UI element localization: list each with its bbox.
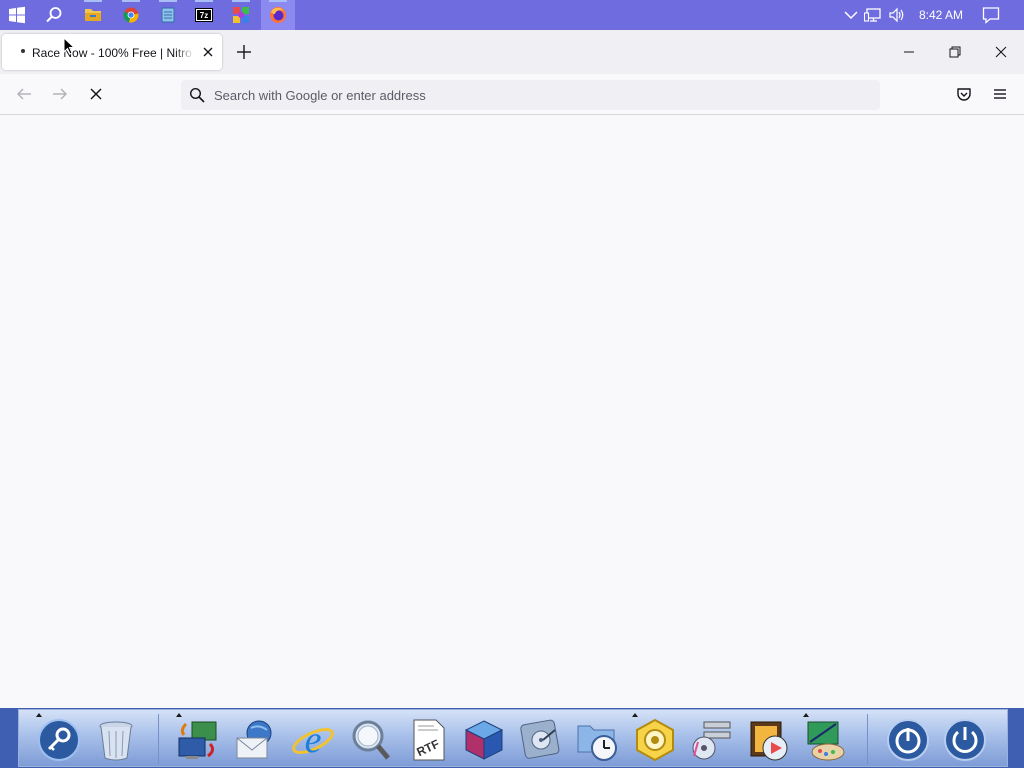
restart-icon — [887, 719, 929, 761]
cube-app-icon — [464, 720, 504, 760]
firefox-icon — [270, 7, 286, 23]
rtf-document-icon: RTF — [413, 719, 445, 761]
pocket-button[interactable] — [952, 82, 976, 106]
taskbar-notepad[interactable] — [151, 0, 185, 30]
minimize-button[interactable] — [886, 30, 932, 74]
navigation-toolbar — [0, 74, 1024, 115]
chrome-icon — [123, 7, 139, 23]
restore-button[interactable] — [932, 30, 978, 74]
dock-paint[interactable] — [803, 717, 849, 763]
system-tray — [840, 0, 910, 30]
running-indicator — [159, 0, 177, 2]
page-content-area[interactable] — [0, 115, 1024, 708]
clock-folder-icon — [577, 725, 617, 761]
address-input[interactable] — [214, 86, 854, 104]
stop-loading-button[interactable] — [84, 82, 108, 106]
power-icon — [944, 719, 986, 761]
running-indicator — [84, 0, 102, 2]
taskbar-chrome[interactable] — [114, 0, 148, 30]
dock-separator — [867, 714, 868, 764]
dock-network-transfer[interactable] — [175, 717, 221, 763]
trash-icon — [99, 721, 133, 761]
key-access-icon — [38, 719, 80, 761]
music-player-icon — [692, 721, 731, 760]
dock-mail[interactable] — [232, 717, 278, 763]
browser-tab[interactable]: Race Now - 100% Free | Nitro Type — [2, 34, 222, 70]
window-close-button[interactable] — [978, 30, 1024, 74]
dock-restart[interactable] — [885, 717, 931, 763]
network-transfer-icon — [178, 721, 217, 759]
close-icon[interactable] — [200, 44, 216, 60]
file-explorer-icon — [85, 9, 101, 21]
running-indicator — [195, 0, 213, 2]
video-player-icon — [750, 721, 788, 761]
hamburger-menu-icon — [994, 89, 1006, 99]
back-button[interactable] — [12, 82, 36, 106]
dock-rtf-document[interactable]: RTF — [404, 717, 450, 763]
running-indicator — [269, 0, 287, 2]
forward-button[interactable] — [48, 82, 72, 106]
running-indicator — [232, 0, 250, 2]
arrow-right-icon — [53, 88, 67, 100]
dock-shelf: e RTF — [18, 709, 1008, 767]
svg-text:7z: 7z — [200, 11, 208, 20]
magnifier-icon — [352, 720, 390, 760]
taskbar: 7z 8:42 AM — [0, 0, 1024, 30]
dock-disk-utility[interactable] — [518, 717, 564, 763]
close-icon — [995, 46, 1007, 58]
dock-separator — [158, 714, 159, 764]
search-icon — [46, 7, 62, 23]
dock-music-player[interactable] — [689, 717, 735, 763]
notepad-icon — [161, 7, 175, 23]
dock-internet-explorer[interactable]: e — [290, 717, 336, 763]
dock-key-access[interactable] — [36, 717, 82, 763]
stop-icon — [90, 88, 102, 100]
disk-utility-icon — [520, 719, 560, 759]
tab-loading-dot — [21, 49, 25, 53]
minimize-icon — [904, 51, 914, 53]
notification-icon — [982, 7, 1000, 24]
dock-trash[interactable] — [93, 717, 139, 763]
desktop-screen: { "taskbar": { "icons": ["windows-start-… — [0, 0, 1024, 768]
tab-title: Race Now - 100% Free | Nitro Type — [32, 46, 194, 60]
dock-power[interactable] — [942, 717, 988, 763]
running-indicator — [122, 0, 140, 2]
dock-clock-folder[interactable] — [575, 717, 621, 763]
taskbar-7zip[interactable]: 7z — [187, 0, 221, 30]
clock[interactable]: 8:42 AM — [913, 0, 969, 30]
arrow-left-icon — [17, 88, 31, 100]
pocket-icon — [957, 88, 971, 101]
restore-icon — [949, 46, 961, 58]
svg-text:e: e — [305, 719, 322, 761]
7zip-icon: 7z — [195, 8, 213, 22]
search-icon — [189, 87, 205, 103]
colorful-app-icon — [233, 7, 249, 23]
browser-tab-strip: Race Now - 100% Free | Nitro Type — [0, 30, 1024, 74]
taskbar-colorful-app[interactable] — [224, 0, 258, 30]
dock-cube-app[interactable] — [461, 717, 507, 763]
taskbar-firefox[interactable] — [261, 0, 295, 30]
paint-icon — [807, 721, 845, 761]
gear-settings-icon — [636, 718, 674, 762]
dock-gear-settings[interactable] — [632, 717, 678, 763]
mail-icon — [236, 720, 272, 759]
taskbar-search-button[interactable] — [37, 0, 71, 30]
taskbar-file-explorer[interactable] — [76, 0, 110, 30]
dock-video-player[interactable] — [746, 717, 792, 763]
mouse-cursor-icon — [63, 37, 75, 55]
internet-explorer-icon: e — [292, 719, 334, 761]
volume-icon[interactable] — [888, 7, 906, 23]
new-tab-button[interactable] — [234, 42, 254, 62]
start-button[interactable] — [0, 0, 34, 30]
action-center-button[interactable] — [975, 0, 1007, 30]
chevron-up-icon[interactable] — [843, 7, 859, 23]
windows-start-icon — [9, 6, 25, 24]
network-icon[interactable] — [864, 7, 882, 23]
address-bar[interactable] — [181, 80, 880, 110]
app-menu-button[interactable] — [988, 82, 1012, 106]
dock: e RTF — [0, 708, 1024, 768]
dock-magnifier[interactable] — [347, 717, 393, 763]
